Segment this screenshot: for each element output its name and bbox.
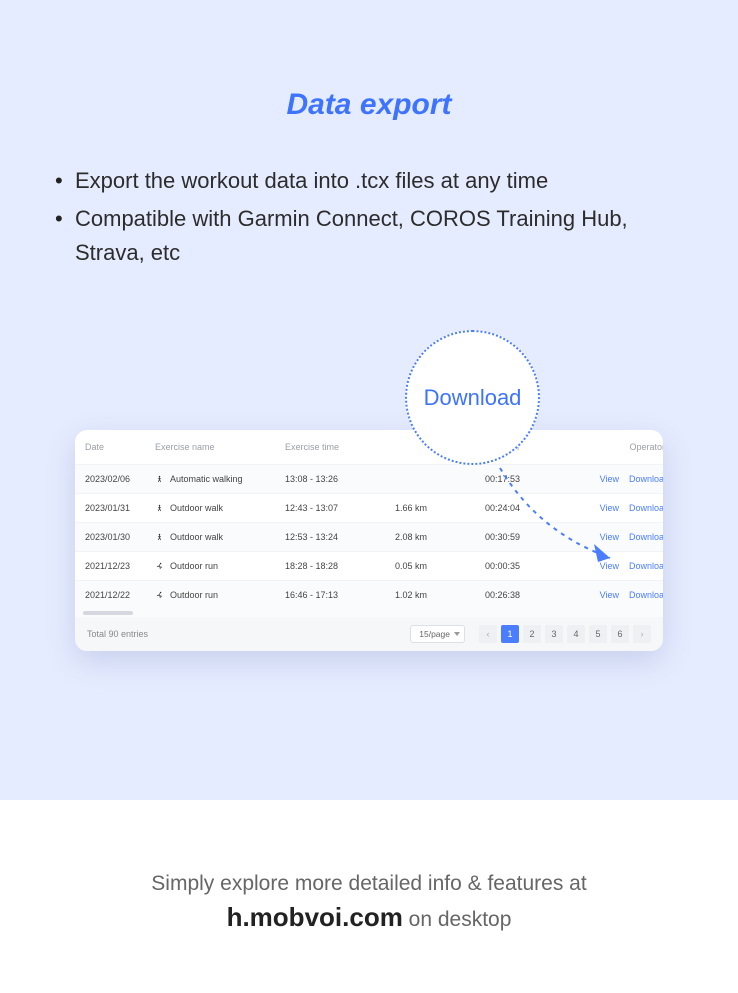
cell-exercise-name: Outdoor run xyxy=(155,561,285,571)
walk-icon xyxy=(155,533,164,542)
cell-distance: 0.05 km xyxy=(395,561,485,571)
download-link[interactable]: Download xyxy=(629,532,663,542)
hero-panel: Data export Export the workout data into… xyxy=(0,0,738,800)
download-link[interactable]: Download xyxy=(629,474,663,484)
cell-duration: 00:24:04 xyxy=(485,503,565,513)
walk-icon xyxy=(155,504,164,513)
table-header-row: Date Exercise name Exercise time Duratio… xyxy=(75,430,663,464)
horizontal-scrollbar[interactable] xyxy=(75,609,663,617)
table-row: 2021/12/22 Outdoor run 16:46 - 17:131.02 k… xyxy=(75,580,663,609)
cell-exercise-name: Outdoor walk xyxy=(155,503,285,513)
workout-table-card: Date Exercise name Exercise time Duratio… xyxy=(75,430,663,651)
exercise-name-text: Outdoor walk xyxy=(170,532,223,542)
walk-icon xyxy=(155,475,164,484)
cell-duration: 00:00:35 xyxy=(485,561,565,571)
page-button-5[interactable]: 5 xyxy=(589,625,607,643)
footer-line1: Simply explore more detailed info & feat… xyxy=(0,872,738,896)
cell-exercise-time: 16:46 - 17:13 xyxy=(285,590,395,600)
page-button-6[interactable]: 6 xyxy=(611,625,629,643)
cell-operator: View Download xyxy=(565,532,663,542)
exercise-name-text: Automatic walking xyxy=(170,474,243,484)
cell-operator: View Download xyxy=(565,590,663,600)
pagination: 15/page ‹ 123456 › xyxy=(410,625,651,643)
col-header-exercise-time: Exercise time xyxy=(285,442,395,452)
cell-exercise-time: 13:08 - 13:26 xyxy=(285,474,395,484)
exercise-name-text: Outdoor run xyxy=(170,561,218,571)
cell-operator: View Download xyxy=(565,561,663,571)
page-title: Data export xyxy=(0,88,738,122)
table-row: 2023/02/06 Automatic walking 13:08 - 13:26… xyxy=(75,464,663,493)
download-callout-label: Download xyxy=(424,385,522,411)
run-icon xyxy=(155,591,164,600)
cell-date: 2023/02/06 xyxy=(85,474,155,484)
download-link[interactable]: Download xyxy=(629,590,663,600)
bullet-item: Compatible with Garmin Connect, COROS Tr… xyxy=(55,202,683,270)
table-row: 2023/01/31 Outdoor walk 12:43 - 13:071.66 … xyxy=(75,493,663,522)
cell-duration: 00:17:53 xyxy=(485,474,565,484)
exercise-name-text: Outdoor walk xyxy=(170,503,223,513)
cell-date: 2023/01/30 xyxy=(85,532,155,542)
bullet-item: Export the workout data into .tcx files … xyxy=(55,164,683,198)
page-buttons: 123456 xyxy=(501,625,629,643)
download-callout: Download xyxy=(405,330,540,465)
cell-distance: 1.02 km xyxy=(395,590,485,600)
page-prev-button[interactable]: ‹ xyxy=(479,625,497,643)
table-footer: Total 90 entries 15/page ‹ 123456 › xyxy=(75,617,663,651)
exercise-name-text: Outdoor run xyxy=(170,590,218,600)
view-link[interactable]: View xyxy=(600,474,619,484)
table-body: 2023/02/06 Automatic walking 13:08 - 13:26… xyxy=(75,464,663,609)
col-header-exercise-name: Exercise name xyxy=(155,442,285,452)
download-link[interactable]: Download xyxy=(629,503,663,513)
cell-exercise-name: Outdoor walk xyxy=(155,532,285,542)
view-link[interactable]: View xyxy=(600,561,619,571)
cell-exercise-name: Automatic walking xyxy=(155,474,285,484)
cell-duration: 00:26:38 xyxy=(485,590,565,600)
cell-operator: View Download xyxy=(565,474,663,484)
per-page-select[interactable]: 15/page xyxy=(410,625,465,643)
page-button-1[interactable]: 1 xyxy=(501,625,519,643)
table-row: 2023/01/30 Outdoor walk 12:53 - 13:242.08 … xyxy=(75,522,663,551)
total-entries-label: Total 90 entries xyxy=(87,629,148,639)
cell-distance: 2.08 km xyxy=(395,532,485,542)
cell-duration: 00:30:59 xyxy=(485,532,565,542)
cell-exercise-time: 18:28 - 18:28 xyxy=(285,561,395,571)
table-row: 2021/12/23 Outdoor run 18:28 - 18:280.05 k… xyxy=(75,551,663,580)
view-link[interactable]: View xyxy=(600,503,619,513)
page-button-3[interactable]: 3 xyxy=(545,625,563,643)
col-header-date: Date xyxy=(85,442,155,452)
col-header-operator: Operator xyxy=(565,442,663,452)
page-next-button[interactable]: › xyxy=(633,625,651,643)
footer-line2: h.mobvoi.com on desktop xyxy=(0,902,738,933)
cell-distance: 1.66 km xyxy=(395,503,485,513)
cell-date: 2021/12/22 xyxy=(85,590,155,600)
page-footer: Simply explore more detailed info & feat… xyxy=(0,872,738,933)
cell-date: 2021/12/23 xyxy=(85,561,155,571)
download-link[interactable]: Download xyxy=(629,561,663,571)
cell-date: 2023/01/31 xyxy=(85,503,155,513)
view-link[interactable]: View xyxy=(600,590,619,600)
feature-bullets: Export the workout data into .tcx files … xyxy=(0,164,738,270)
page-button-2[interactable]: 2 xyxy=(523,625,541,643)
cell-exercise-name: Outdoor run xyxy=(155,590,285,600)
view-link[interactable]: View xyxy=(600,532,619,542)
cell-operator: View Download xyxy=(565,503,663,513)
footer-rest: on desktop xyxy=(403,908,512,931)
cell-exercise-time: 12:53 - 13:24 xyxy=(285,532,395,542)
cell-exercise-time: 12:43 - 13:07 xyxy=(285,503,395,513)
page-button-4[interactable]: 4 xyxy=(567,625,585,643)
footer-domain: h.mobvoi.com xyxy=(227,902,403,932)
run-icon xyxy=(155,562,164,571)
